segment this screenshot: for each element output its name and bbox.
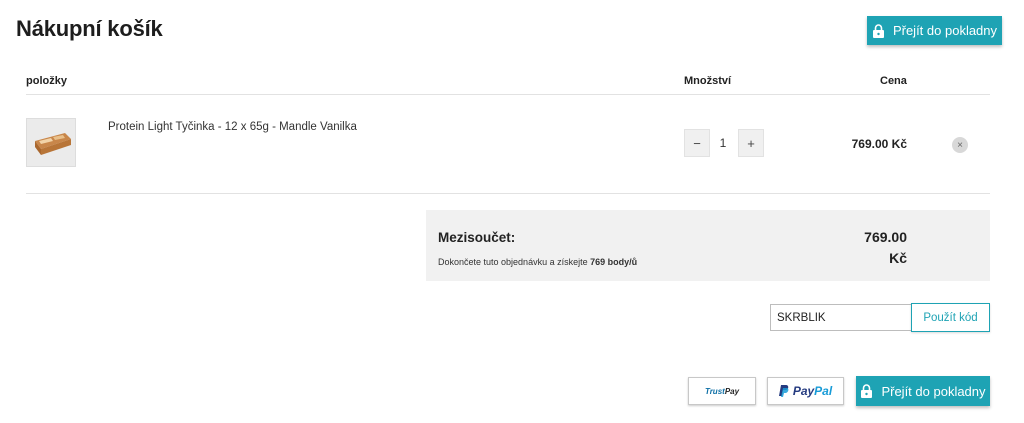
subtotal-currency: Kč (889, 250, 907, 266)
subtotal-amount: 769.00 Kč (864, 227, 907, 269)
lock-icon (872, 23, 884, 38)
paypal-button[interactable]: PayPal (767, 377, 844, 405)
column-header-quantity: Množství (684, 75, 732, 87)
subtotal-box: Mezisoučet: Dokončete tuto objednávku a … (426, 210, 990, 281)
checkout-label: Přejít do pokladny (881, 383, 986, 399)
subtotal-label: Mezisoučet: (438, 230, 516, 245)
checkout-button-top[interactable]: Přejít do pokladny (867, 16, 1002, 45)
product-thumbnail[interactable] (26, 118, 76, 167)
product-name[interactable]: Protein Light Tyčinka - 12 x 65g - Mandl… (108, 121, 357, 133)
loyalty-note: Dokončete tuto objednávku a získejte 769… (438, 257, 637, 267)
checkout-button-bottom[interactable]: Přejít do pokladny (856, 376, 990, 406)
coupon-code-input[interactable] (770, 304, 912, 331)
column-header-price: Cena (880, 75, 907, 87)
checkout-label: Přejít do pokladny (892, 23, 998, 38)
quantity-value: 1 (719, 136, 727, 150)
page-title: Nákupní košík (16, 16, 163, 41)
trustpay-button[interactable]: TrustPay (688, 377, 756, 405)
product-image (27, 119, 75, 166)
lock-icon (861, 384, 873, 398)
paypal-logo: PayPal (778, 384, 832, 398)
paypal-icon (778, 385, 789, 397)
divider (26, 193, 990, 194)
divider (26, 94, 990, 95)
subtotal-value: 769.00 (864, 229, 907, 245)
remove-item-icon[interactable]: × (952, 137, 968, 153)
apply-coupon-button[interactable]: Použít kód (911, 303, 990, 332)
quantity-increase-button[interactable]: + (738, 129, 764, 157)
trustpay-logo: TrustPay (704, 386, 740, 396)
quantity-decrease-button[interactable]: − (684, 129, 710, 157)
item-price: 769.00 Kč (851, 137, 907, 151)
loyalty-note-text: Dokončete tuto objednávku a získejte (438, 257, 588, 267)
loyalty-points: 769 body/ů (590, 257, 638, 267)
column-header-items: položky (26, 75, 67, 87)
